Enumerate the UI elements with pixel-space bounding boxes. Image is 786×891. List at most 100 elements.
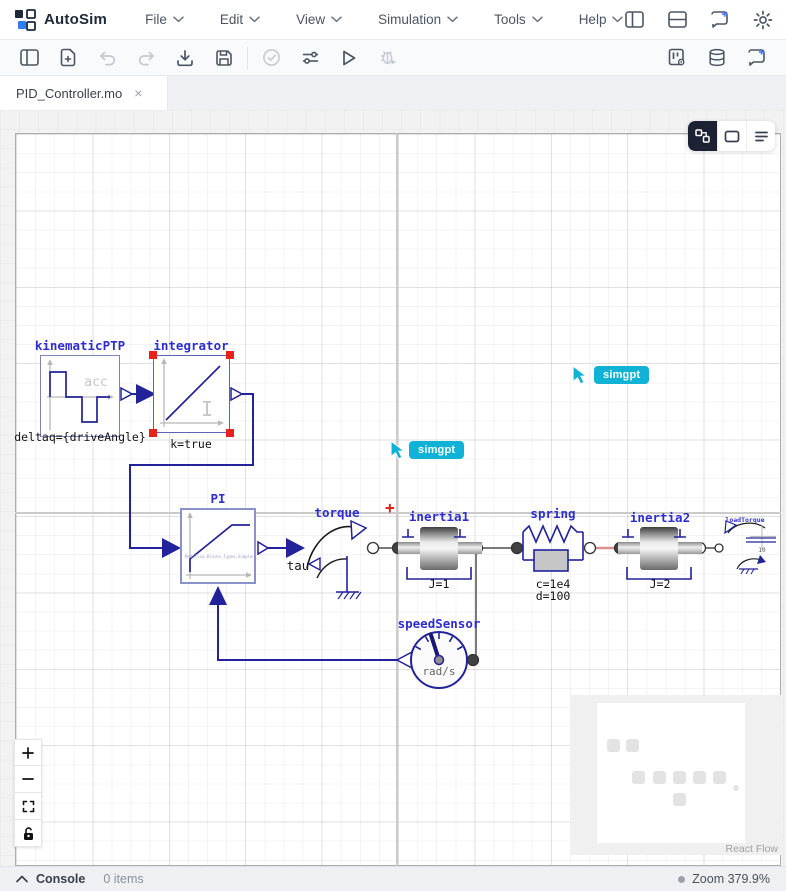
menu-list: File Edit View Simulation Tools Help <box>145 12 624 27</box>
block-inertia2[interactable] <box>618 527 702 581</box>
app-window: AutoSim File Edit View Simulation Tools … <box>0 0 786 891</box>
block-label-spring: spring <box>530 506 576 521</box>
menu-view[interactable]: View <box>296 12 342 27</box>
ai-chat-icon[interactable] <box>709 9 731 31</box>
torque-tau-text: tau <box>286 558 310 573</box>
block-loadTorque[interactable] <box>714 515 778 577</box>
minimap-node <box>607 739 620 752</box>
panel-left-icon[interactable] <box>18 47 40 69</box>
collaborator-cursor-label: simgpt <box>594 366 650 384</box>
block-kinematicPTP[interactable]: acc <box>40 355 120 437</box>
block-pi[interactable]: Modelica.Blocks.Types.SimpleController.P… <box>180 508 256 584</box>
menu-tools[interactable]: Tools <box>494 12 543 27</box>
block-label-torque: torque <box>314 505 360 520</box>
block-param-integrator: k=true <box>170 437 212 451</box>
ai-chat-icon[interactable] <box>746 47 768 69</box>
logo-icon <box>14 8 36 31</box>
block-label-pi: PI <box>210 491 226 506</box>
tune-icon[interactable] <box>299 47 321 69</box>
icon-view-button[interactable] <box>717 121 746 151</box>
minimap-node <box>653 771 666 784</box>
block-param-inertia2: J=2 <box>649 577 671 591</box>
console-expand-icon[interactable] <box>16 875 28 883</box>
svg-text:acc: acc <box>84 375 107 390</box>
block-param-loadTorque: 10 <box>758 547 766 554</box>
tab-label: PID_Controller.mo <box>16 85 123 101</box>
minimap-node <box>626 739 639 752</box>
selection-handle[interactable] <box>226 429 234 437</box>
app-name: AutoSim <box>44 11 108 28</box>
diagram-view-icon <box>695 129 710 143</box>
save-icon[interactable] <box>213 47 235 69</box>
block-label-loadTorque: loadTorque <box>725 516 765 524</box>
split-rows-icon[interactable] <box>666 9 688 31</box>
block-integrator[interactable]: I <box>149 351 234 437</box>
toolbar-separator <box>247 46 248 69</box>
block-label-integrator: integrator <box>153 338 229 353</box>
block-param-inertia1: J=1 <box>428 577 450 591</box>
minimap-node <box>713 771 726 784</box>
toolbar <box>0 40 786 76</box>
redo-icon[interactable] <box>135 47 157 69</box>
board-settings-icon[interactable] <box>666 47 688 69</box>
tab-close-icon[interactable]: × <box>134 86 142 100</box>
integrator-icon: I <box>160 358 224 427</box>
block-inertia1[interactable] <box>398 527 482 581</box>
collaborator-cursor <box>572 365 587 385</box>
lock-button[interactable] <box>14 820 42 847</box>
library-icon[interactable] <box>706 47 728 69</box>
pi-controller-type-text: Modelica.Blocks.Types.SimpleController.P… <box>185 554 253 559</box>
canvas-controls <box>14 739 42 847</box>
diagram-view-button[interactable] <box>688 121 717 151</box>
block-label-inertia2: inertia2 <box>629 510 691 525</box>
block-label-speedSensor: speedSensor <box>397 616 481 631</box>
zoom-indicator: Zoom 379.9% <box>678 872 770 886</box>
block-speedSensor[interactable]: rad/s <box>405 626 473 694</box>
check-circle-icon[interactable] <box>260 47 282 69</box>
tab-bar: PID_Controller.mo × <box>0 76 786 110</box>
diagram-canvas[interactable]: + acc kinematicPTP deltaq={driveAngle} I <box>0 110 786 866</box>
block-param-spring-d: d=100 <box>535 589 571 603</box>
block-label-inertia1: inertia1 <box>408 509 470 524</box>
zoom-dot-icon <box>678 875 686 883</box>
tab-pid-controller[interactable]: PID_Controller.mo × <box>0 76 168 110</box>
text-view-button[interactable] <box>746 121 775 151</box>
svg-text:I: I <box>201 397 213 421</box>
import-icon[interactable] <box>174 47 196 69</box>
svg-text:rad/s: rad/s <box>422 665 455 678</box>
collaborator-cursor-label: simgpt <box>409 441 465 459</box>
run-icon[interactable] <box>338 47 360 69</box>
block-torque[interactable] <box>295 505 385 605</box>
collaborator-cursor <box>390 440 405 460</box>
new-file-icon[interactable] <box>57 47 79 69</box>
fit-view-button[interactable] <box>14 793 42 820</box>
minimap[interactable] <box>570 695 782 855</box>
zoom-in-button[interactable] <box>14 739 42 766</box>
view-mode-toggle <box>688 121 775 151</box>
split-columns-icon[interactable] <box>623 9 645 31</box>
minimap-node <box>733 785 739 791</box>
block-param-kinematicPTP: deltaq={driveAngle} <box>14 430 146 444</box>
minimap-node <box>693 771 706 784</box>
undo-icon[interactable] <box>96 47 118 69</box>
zoom-level-text: Zoom 379.9% <box>692 872 770 886</box>
menu-file[interactable]: File <box>145 12 184 27</box>
app-logo[interactable]: AutoSim <box>14 8 108 31</box>
kinematicPTP-icon: acc <box>47 359 114 430</box>
console-toggle[interactable]: Console <box>36 872 85 886</box>
menu-simulation[interactable]: Simulation <box>378 12 458 27</box>
zoom-out-button[interactable] <box>14 766 42 793</box>
icon-view-icon <box>724 130 740 142</box>
debug-icon[interactable] <box>377 47 399 69</box>
menu-help[interactable]: Help <box>579 12 624 27</box>
minimap-node <box>673 793 686 806</box>
pi-icon <box>186 512 252 579</box>
settings-icon[interactable] <box>752 9 774 31</box>
status-bar: Console 0 items Zoom 379.9% <box>0 866 786 891</box>
minimap-node <box>673 771 686 784</box>
block-spring[interactable] <box>520 520 588 576</box>
menu-edit[interactable]: Edit <box>220 12 260 27</box>
text-view-icon <box>754 131 768 141</box>
menubar: AutoSim File Edit View Simulation Tools … <box>0 0 786 40</box>
minimap-node <box>632 771 645 784</box>
